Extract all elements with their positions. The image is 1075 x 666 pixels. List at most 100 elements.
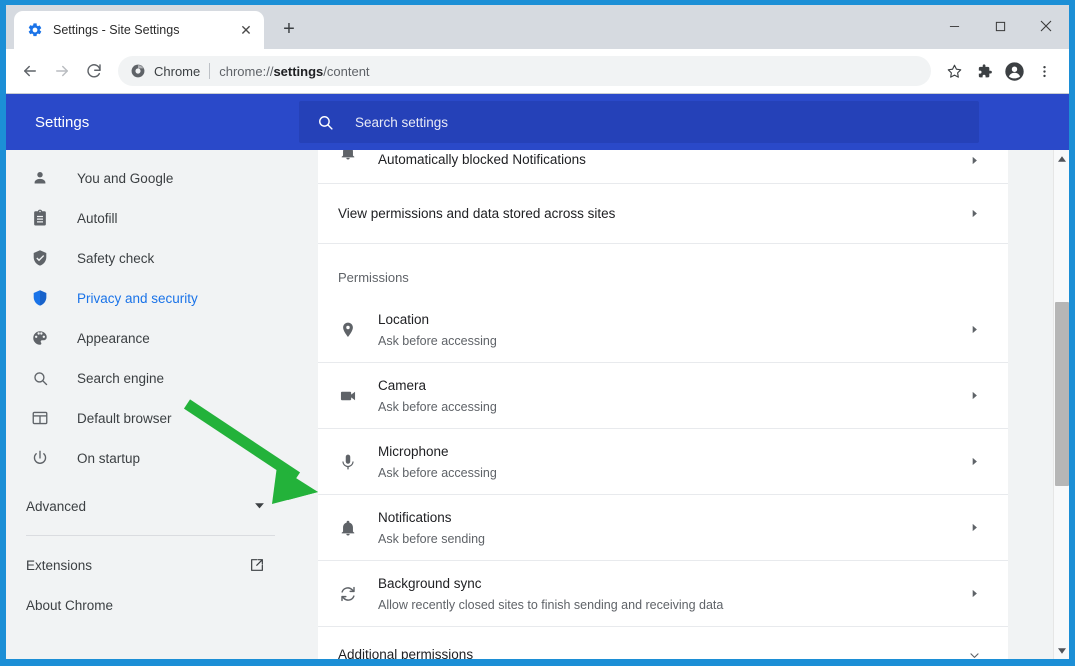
row-text: Automatically blocked Notifications <box>378 150 964 170</box>
sync-icon <box>338 584 358 604</box>
power-icon <box>30 448 50 468</box>
sidebar-item-label: On startup <box>77 450 141 466</box>
close-icon[interactable]: ✕ <box>236 20 256 40</box>
row-title: Notifications <box>378 509 452 525</box>
omnibox-divider <box>209 63 211 79</box>
permission-row-location[interactable]: Location Ask before accessing <box>318 297 1008 363</box>
sidebar-item-label: About Chrome <box>26 597 114 613</box>
sidebar-item-label: Search engine <box>77 370 165 386</box>
sidebar-item-privacy-and-security[interactable]: Privacy and security <box>6 278 299 318</box>
search-icon <box>315 112 335 132</box>
row-subtitle: Ask before sending <box>378 531 486 546</box>
row-subtitle: Ask before accessing <box>378 333 497 348</box>
settings-header: Settings Search settings <box>6 94 1069 150</box>
sidebar-item-safety-check[interactable]: Safety check <box>6 238 299 278</box>
scroll-up-icon[interactable] <box>1054 150 1069 167</box>
clipboard-icon <box>30 208 50 228</box>
sidebar-item-label: Appearance <box>77 330 150 346</box>
settings-body: You and Google Autofill Safety check Pri… <box>6 150 1069 659</box>
content-scrollbar[interactable] <box>1053 150 1069 659</box>
browser-window-icon <box>30 408 50 428</box>
search-settings-box[interactable]: Search settings <box>299 101 979 143</box>
scrollbar-thumb[interactable] <box>1055 302 1069 486</box>
person-icon <box>30 168 50 188</box>
new-tab-button[interactable]: + <box>274 14 304 44</box>
permission-row-camera[interactable]: Camera Ask before accessing <box>318 363 1008 429</box>
sidebar-item-about-chrome[interactable]: About Chrome <box>6 585 299 625</box>
chevron-right-icon <box>964 320 984 340</box>
settings-content-area: Automatically blocked Notifications View… <box>299 150 1069 659</box>
minimize-button[interactable] <box>931 5 977 47</box>
sidebar-item-search-engine[interactable]: Search engine <box>6 358 299 398</box>
permission-row-microphone[interactable]: Microphone Ask before accessing <box>318 429 1008 495</box>
automatically-blocked-notifications-row[interactable]: Automatically blocked Notifications <box>318 150 1008 184</box>
tab-title: Settings - Site Settings <box>53 23 180 37</box>
close-button[interactable] <box>1023 5 1069 47</box>
maximize-button[interactable] <box>977 5 1023 47</box>
additional-permissions-row[interactable]: Additional permissions <box>318 627 1008 659</box>
location-pin-icon <box>338 320 358 340</box>
permissions-section-label: Permissions <box>338 270 409 285</box>
url-suffix: /content <box>323 63 370 79</box>
row-text: Camera Ask before accessing <box>378 376 964 416</box>
sidebar-item-appearance[interactable]: Appearance <box>6 318 299 358</box>
window-controls <box>931 5 1069 47</box>
sidebar-item-label: You and Google <box>77 170 174 186</box>
search-icon <box>30 368 50 388</box>
sidebar-advanced-label: Advanced <box>26 498 87 514</box>
forward-icon[interactable] <box>46 55 78 87</box>
bell-icon <box>338 518 358 538</box>
row-title: Additional permissions <box>338 647 474 659</box>
row-text: Microphone Ask before accessing <box>378 442 964 482</box>
chrome-logo-icon <box>130 63 146 79</box>
profile-avatar-icon[interactable] <box>999 56 1029 86</box>
row-subtitle: Ask before accessing <box>378 465 497 480</box>
palette-icon <box>30 328 50 348</box>
settings-sidebar: You and Google Autofill Safety check Pri… <box>6 150 299 659</box>
chevron-right-icon <box>964 584 984 604</box>
camera-icon <box>338 386 358 406</box>
notifications-blocked-icon <box>338 150 358 162</box>
sidebar-item-extensions[interactable]: Extensions <box>6 545 299 585</box>
row-title: Camera <box>378 377 427 393</box>
bookmark-star-icon[interactable] <box>939 56 969 86</box>
scroll-down-icon[interactable] <box>1054 642 1069 659</box>
omnibox-scheme-label: Chrome <box>154 63 201 79</box>
sidebar-item-label: Autofill <box>77 210 118 226</box>
browser-window-frame: Settings - Site Settings ✕ + Chrome chro… <box>0 0 1075 666</box>
row-title: Background sync <box>378 575 482 591</box>
sidebar-item-you-and-google[interactable]: You and Google <box>6 158 299 198</box>
gear-icon <box>26 22 43 39</box>
row-subtitle: Allow recently closed sites to finish se… <box>378 597 724 612</box>
sidebar-item-on-startup[interactable]: On startup <box>6 438 299 478</box>
permission-row-background-sync[interactable]: Background sync Allow recently closed si… <box>318 561 1008 627</box>
search-input[interactable]: Search settings <box>355 115 448 130</box>
sidebar-item-default-browser[interactable]: Default browser <box>6 398 299 438</box>
browser-tab[interactable]: Settings - Site Settings ✕ <box>14 11 264 49</box>
sidebar-item-advanced[interactable]: Advanced <box>6 486 299 526</box>
sidebar-item-label: Default browser <box>77 410 172 426</box>
extensions-puzzle-icon[interactable] <box>969 56 999 86</box>
reload-icon[interactable] <box>78 55 110 87</box>
row-text: View permissions and data stored across … <box>338 204 964 224</box>
view-permissions-row[interactable]: View permissions and data stored across … <box>318 184 1008 244</box>
back-icon[interactable] <box>14 55 46 87</box>
chrome-menu-icon[interactable] <box>1029 56 1059 86</box>
permission-row-notifications[interactable]: Notifications Ask before sending <box>318 495 1008 561</box>
chevron-right-icon <box>964 386 984 406</box>
url-bold: settings <box>273 63 324 79</box>
row-text: Background sync Allow recently closed si… <box>378 574 964 614</box>
chevron-right-icon <box>964 204 984 224</box>
row-text: Location Ask before accessing <box>378 310 964 350</box>
omnibox-url: chrome://settings/content <box>219 64 369 79</box>
sidebar-item-autofill[interactable]: Autofill <box>6 198 299 238</box>
chevron-down-icon <box>254 499 265 514</box>
sidebar-item-label: Privacy and security <box>77 290 198 306</box>
page-title: Settings <box>35 113 90 131</box>
tab-strip: Settings - Site Settings ✕ + <box>6 5 1069 49</box>
address-bar[interactable]: Chrome chrome://settings/content <box>118 56 931 86</box>
external-link-icon <box>249 557 265 573</box>
chevron-right-icon <box>964 518 984 538</box>
row-title: Automatically blocked Notifications <box>378 152 586 167</box>
sidebar-divider <box>26 535 275 536</box>
